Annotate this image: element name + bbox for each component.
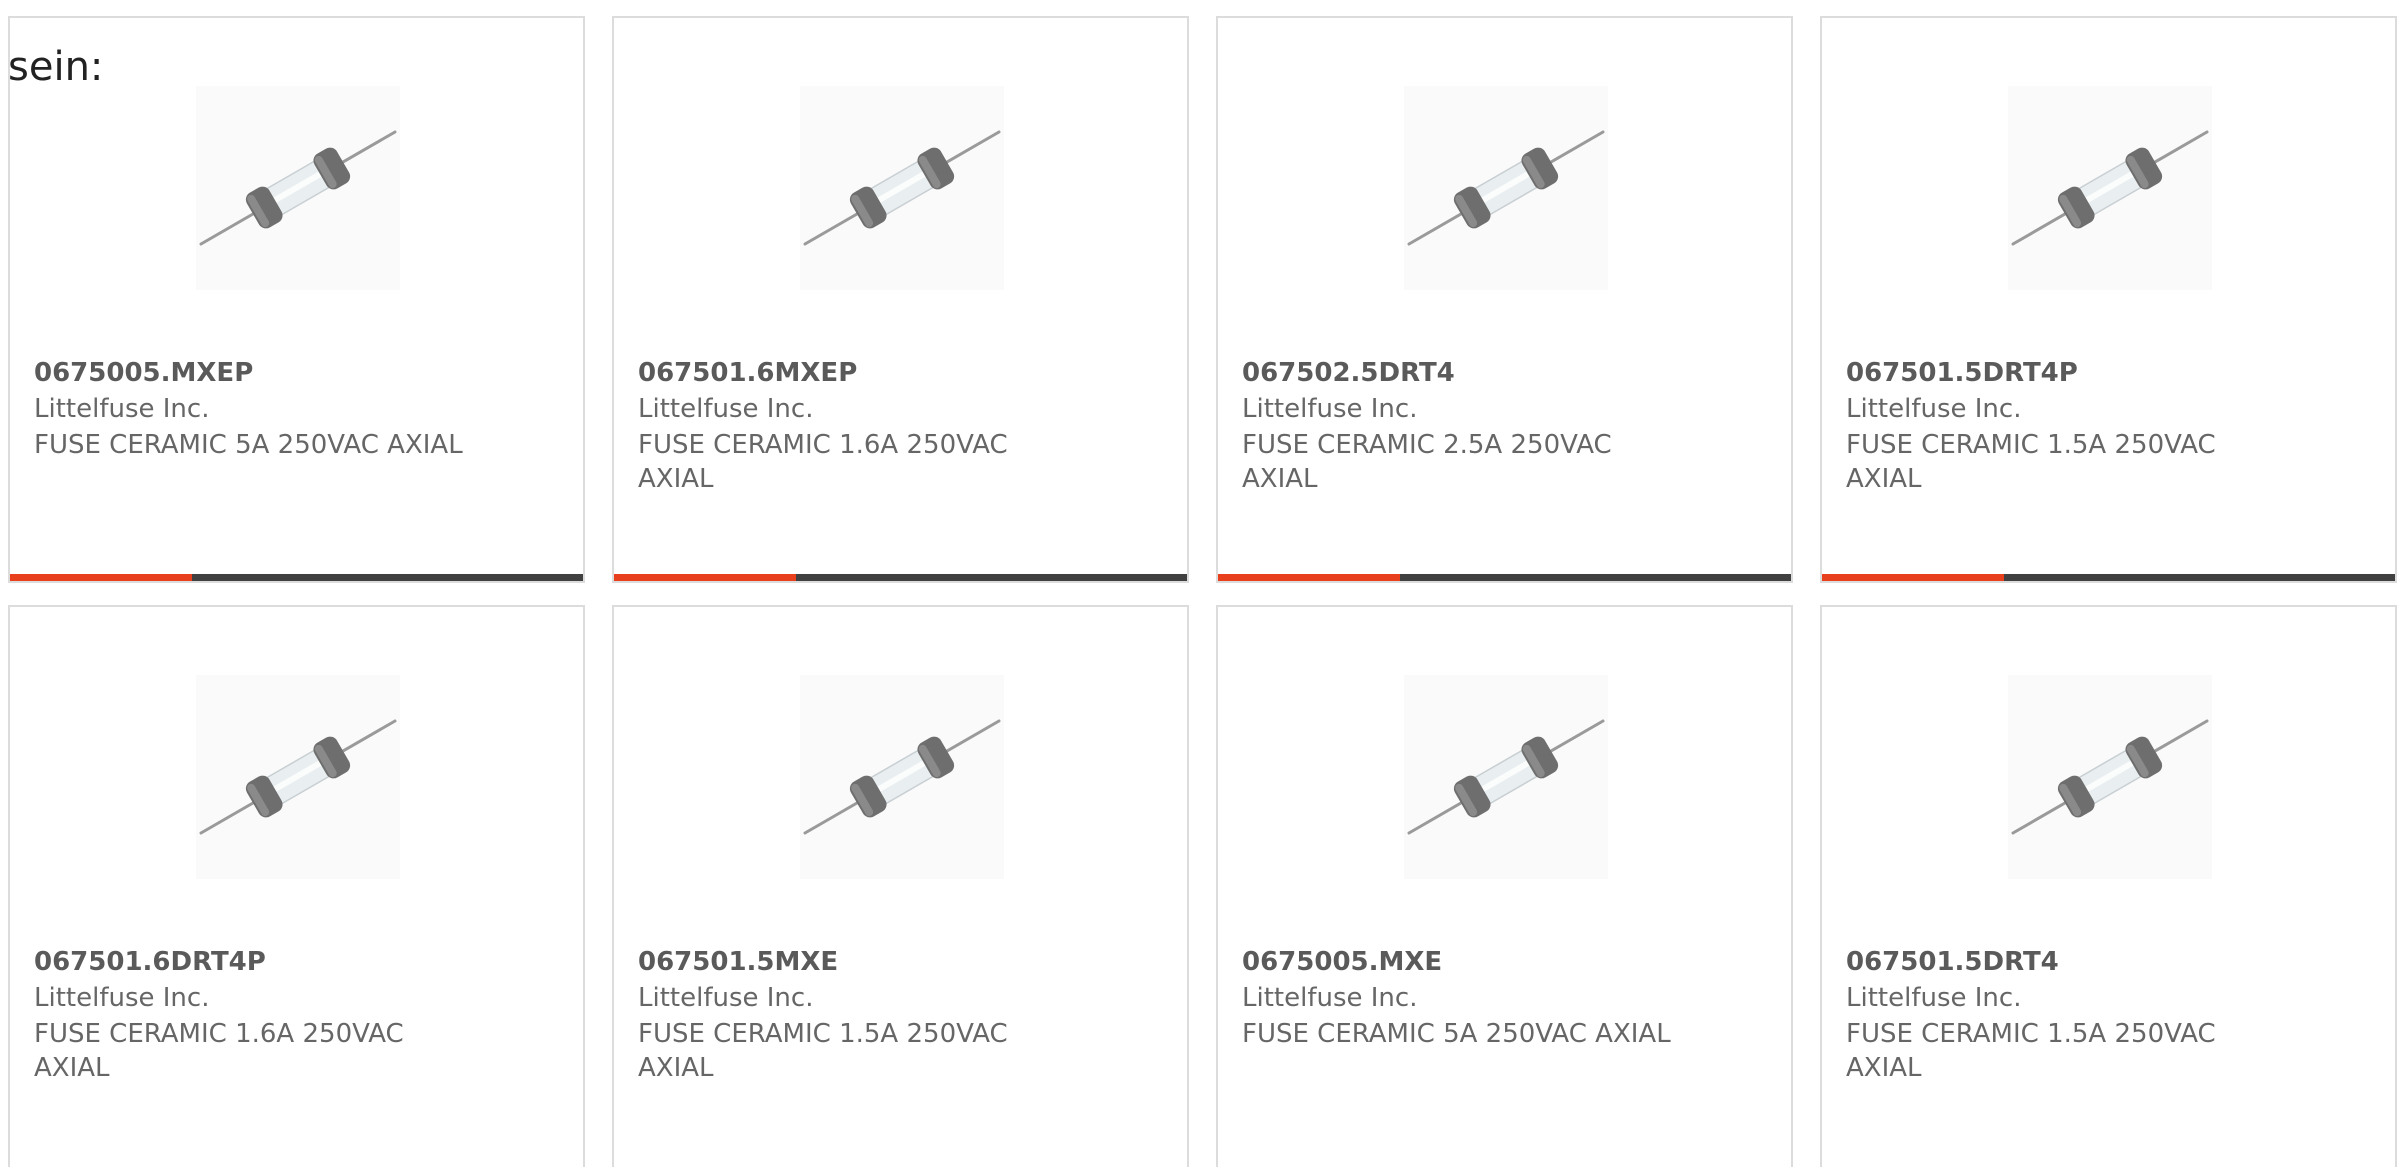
product-description: FUSE CERAMIC 1.5A 250VAC AXIAL (1846, 430, 2216, 494)
product-card[interactable]: 067501.5MXE Littelfuse Inc. FUSE CERAMIC… (612, 605, 1189, 1167)
axial-fuse-image[interactable] (196, 675, 400, 879)
product-card[interactable]: 067501.5DRT4 Littelfuse Inc. FUSE CERAMI… (1820, 605, 2397, 1167)
part-number[interactable]: 067501.5MXE (638, 947, 838, 977)
manufacturer-name: Littelfuse Inc. (638, 394, 814, 424)
part-number[interactable]: 067501.6DRT4P (34, 947, 266, 977)
card-footer-bar (1218, 574, 1791, 581)
product-description: FUSE CERAMIC 1.6A 250VAC AXIAL (34, 1019, 404, 1083)
product-card[interactable]: 067501.5DRT4P Littelfuse Inc. FUSE CERAM… (1820, 16, 2397, 583)
product-card[interactable]: 0675005.MXE Littelfuse Inc. FUSE CERAMIC… (1216, 605, 1793, 1167)
part-number[interactable]: 067501.5DRT4P (1846, 358, 2078, 388)
manufacturer-name: Littelfuse Inc. (1242, 394, 1418, 424)
part-number[interactable]: 067502.5DRT4 (1242, 358, 1455, 388)
part-number[interactable]: 0675005.MXEP (34, 358, 253, 388)
card-footer-bar (614, 574, 1187, 581)
axial-fuse-image[interactable] (196, 86, 400, 290)
axial-fuse-image[interactable] (2008, 86, 2212, 290)
card-footer-bar (1822, 574, 2395, 581)
product-card[interactable]: 0675005.MXEP Littelfuse Inc. FUSE CERAMI… (8, 16, 585, 583)
product-card[interactable]: 067501.6DRT4P Littelfuse Inc. FUSE CERAM… (8, 605, 585, 1167)
product-description: FUSE CERAMIC 1.5A 250VAC AXIAL (638, 1019, 1008, 1083)
part-number[interactable]: 067501.5DRT4 (1846, 947, 2059, 977)
part-number[interactable]: 067501.6MXEP (638, 358, 857, 388)
manufacturer-name: Littelfuse Inc. (1242, 983, 1418, 1013)
product-card[interactable]: 067501.6MXEP Littelfuse Inc. FUSE CERAMI… (612, 16, 1189, 583)
product-description: FUSE CERAMIC 1.5A 250VAC AXIAL (1846, 1019, 2216, 1083)
axial-fuse-image[interactable] (1404, 675, 1608, 879)
product-description: FUSE CERAMIC 2.5A 250VAC AXIAL (1242, 430, 1612, 494)
axial-fuse-image[interactable] (800, 675, 1004, 879)
axial-fuse-image[interactable] (800, 86, 1004, 290)
intro-text: sein: (8, 44, 104, 90)
manufacturer-name: Littelfuse Inc. (1846, 983, 2022, 1013)
product-description: FUSE CERAMIC 1.6A 250VAC AXIAL (638, 430, 1008, 494)
axial-fuse-image[interactable] (1404, 86, 1608, 290)
card-accent-stripe (10, 574, 192, 581)
manufacturer-name: Littelfuse Inc. (34, 983, 210, 1013)
card-accent-stripe (1822, 574, 2004, 581)
card-accent-stripe (1218, 574, 1400, 581)
manufacturer-name: Littelfuse Inc. (638, 983, 814, 1013)
product-description: FUSE CERAMIC 5A 250VAC AXIAL (34, 430, 463, 460)
product-description: FUSE CERAMIC 5A 250VAC AXIAL (1242, 1019, 1671, 1049)
card-accent-stripe (614, 574, 796, 581)
manufacturer-name: Littelfuse Inc. (34, 394, 210, 424)
axial-fuse-image[interactable] (2008, 675, 2212, 879)
product-card[interactable]: 067502.5DRT4 Littelfuse Inc. FUSE CERAMI… (1216, 16, 1793, 583)
card-footer-bar (10, 574, 583, 581)
part-number[interactable]: 0675005.MXE (1242, 947, 1442, 977)
manufacturer-name: Littelfuse Inc. (1846, 394, 2022, 424)
